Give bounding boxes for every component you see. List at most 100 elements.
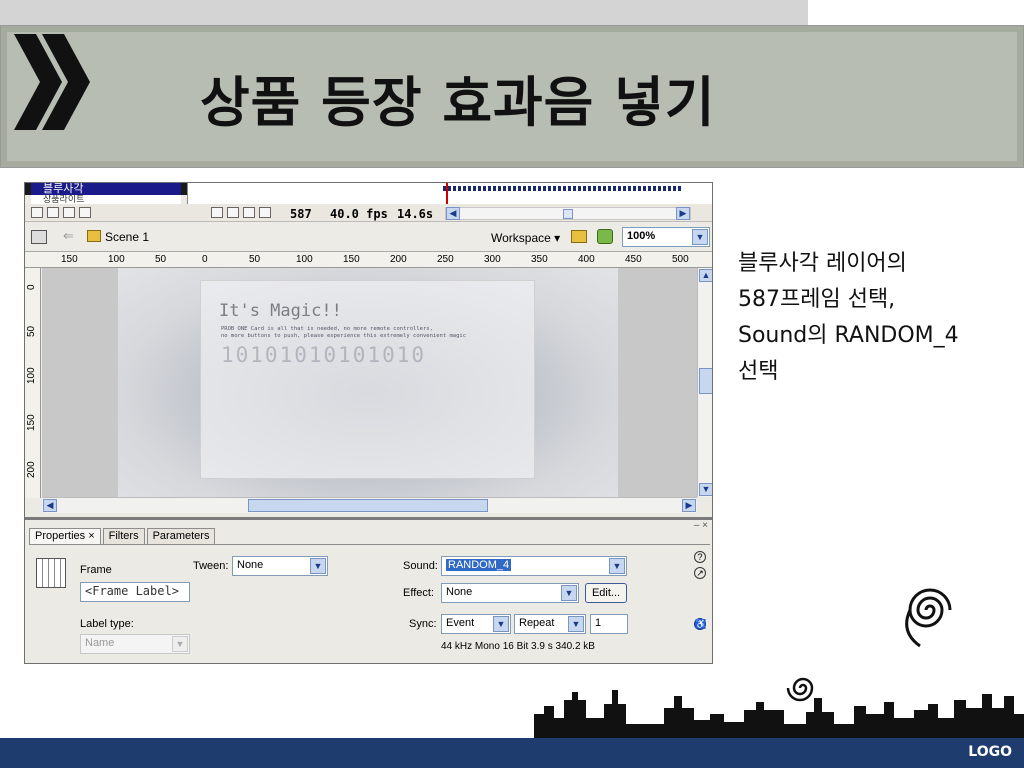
sound-label: Sound:	[403, 560, 438, 572]
edit-bar: ⇐ Scene 1 Workspace ▾ 100% ▼	[25, 222, 712, 252]
ruler-tick-label: 0	[202, 254, 208, 265]
scroll-left-icon[interactable]: ◀	[446, 207, 460, 220]
scroll-left-icon[interactable]: ◀	[43, 499, 57, 512]
top-strip	[0, 0, 808, 28]
ruler-tick-label: 0	[26, 284, 37, 290]
label-type-label: Label type:	[80, 618, 134, 630]
panel-close-icon[interactable]: – ×	[694, 520, 708, 531]
layer-blue-square[interactable]: 블루사각	[31, 183, 181, 195]
scroll-down-icon[interactable]: ▼	[699, 483, 712, 496]
edit-button[interactable]: Edit...	[585, 583, 627, 603]
chevron-down-icon[interactable]: ▼	[692, 229, 708, 245]
chevron-down-icon[interactable]: ▼	[310, 558, 326, 574]
vertical-scroll-thumb[interactable]	[699, 368, 712, 394]
scene-label[interactable]: Scene 1	[105, 230, 149, 244]
ruler-tick-label: 50	[26, 325, 37, 337]
chevron-down-icon[interactable]: ▼	[493, 616, 509, 632]
ruler-vertical: 0 50 100 150 200	[25, 268, 41, 498]
repeat-select[interactable]: Repeat ▼	[514, 614, 586, 634]
chevron-down-icon[interactable]: ▼	[172, 636, 188, 652]
stage-area[interactable]: It's Magic!! PROB ONE Card is all that i…	[42, 268, 697, 497]
frame-label-input[interactable]: <Frame Label>	[80, 582, 190, 602]
onion-outline-icon[interactable]	[243, 207, 255, 218]
back-arrow-icon[interactable]: ⇐	[63, 228, 74, 244]
workspace-menu[interactable]: Workspace ▾	[491, 231, 560, 245]
current-frame: 587	[290, 207, 312, 221]
chevron-down-icon[interactable]: ▼	[561, 585, 577, 601]
effect-select[interactable]: None ▼	[441, 583, 579, 603]
timeline-toggle-icon[interactable]	[31, 230, 47, 244]
expand-icon[interactable]: ↗	[694, 567, 706, 579]
chevron-down-icon[interactable]: ▼	[568, 616, 584, 632]
tab-parameters[interactable]: Parameters	[146, 528, 216, 544]
playhead[interactable]	[446, 183, 448, 204]
frame-type-label: Frame	[80, 564, 112, 576]
ruler-tick-label: 350	[531, 254, 548, 265]
effect-label: Effect:	[403, 587, 434, 599]
help-icon[interactable]: ?	[694, 551, 706, 563]
ruler-tick-label: 250	[437, 254, 454, 265]
ruler-tick-label: 200	[26, 461, 37, 478]
footer-bar: LOGO	[0, 738, 1024, 768]
ruler-tick-label: 100	[26, 367, 37, 384]
sync-label: Sync:	[409, 618, 437, 630]
tab-parameters-label: Parameters	[152, 530, 210, 542]
insert-layer-icon[interactable]	[31, 207, 43, 218]
slide-title: 상품 등장 효과음 넣기	[200, 70, 716, 134]
horizontal-scroll-thumb[interactable]	[248, 499, 488, 512]
edit-multiple-icon[interactable]	[259, 207, 271, 218]
sound-value: RANDOM_4	[446, 559, 512, 571]
motion-guide-icon[interactable]	[47, 207, 59, 218]
slide: 상품 등장 효과음 넣기 블루사각 상품라이트 587 40.0 fps 14.…	[0, 0, 1024, 768]
layer-product-light[interactable]: 상품라이트	[31, 195, 181, 204]
ruler-tick-label: 200	[390, 254, 407, 265]
label-type-select[interactable]: Name ▼	[80, 634, 190, 654]
trash-icon[interactable]	[79, 207, 91, 218]
accessibility-icon[interactable]: ♿	[694, 618, 706, 630]
timeline-scrollbar[interactable]: ◀ ▶	[445, 207, 691, 220]
layer-name-next: 상품라이트	[43, 195, 85, 204]
close-icon[interactable]: ×	[88, 530, 94, 542]
description-line-3: Sound의 RANDOM_4	[738, 323, 959, 348]
zoom-select[interactable]: 100% ▼	[622, 227, 710, 247]
tab-filters[interactable]: Filters	[102, 528, 145, 544]
scroll-right-icon[interactable]: ▶	[682, 499, 696, 512]
folder-icon[interactable]	[63, 207, 75, 218]
tab-properties[interactable]: Properties ×	[29, 528, 101, 544]
tween-label: Tween:	[193, 560, 229, 572]
stage-horizontal-scrollbar[interactable]: ◀ ▶	[42, 497, 697, 513]
description-line-1: 블루사각 레이어의	[738, 251, 907, 276]
sync-select[interactable]: Event ▼	[441, 614, 511, 634]
ruler-tick-label: 150	[61, 254, 78, 265]
ruler-tick-label: 400	[578, 254, 595, 265]
center-frame-icon[interactable]	[211, 207, 223, 218]
ruler-tick-label: 150	[343, 254, 360, 265]
ruler-tick-label: 450	[625, 254, 642, 265]
tween-select[interactable]: None ▼	[232, 556, 328, 576]
label-type-value: Name	[85, 637, 115, 649]
stage-card[interactable]: It's Magic!! PROB ONE Card is all that i…	[200, 280, 535, 479]
properties-body: Frame <Frame Label> Label type: Name ▼ T…	[29, 544, 710, 663]
double-chevron-icon	[14, 34, 90, 130]
zoom-value: 100%	[627, 230, 656, 242]
onion-skin-icon[interactable]	[227, 207, 239, 218]
edit-symbols-icon[interactable]	[597, 229, 613, 244]
sync-value: Event	[446, 617, 475, 629]
frame-rate: 40.0 fps	[330, 207, 388, 221]
sound-select[interactable]: RANDOM_4 ▼	[441, 556, 627, 576]
repeat-count-input[interactable]: 1	[590, 614, 628, 634]
clapper-icon	[87, 230, 101, 242]
stage-vertical-scrollbar[interactable]: ▲ ▼	[697, 268, 712, 497]
tween-value: None	[237, 559, 264, 571]
edit-scene-icon[interactable]	[571, 230, 587, 243]
panel-tabs: Properties × Filters Parameters	[29, 528, 217, 544]
timeline-scroll-thumb[interactable]	[563, 209, 573, 219]
timeline-frames[interactable]	[187, 183, 712, 204]
effect-value: None	[446, 586, 473, 598]
scroll-up-icon[interactable]: ▲	[699, 269, 712, 282]
ruler-tick-label: 50	[155, 254, 167, 265]
scroll-right-icon[interactable]: ▶	[676, 207, 690, 220]
footer-logo: LOGO	[968, 744, 1012, 760]
repeat-value: Repeat	[519, 617, 555, 629]
chevron-down-icon[interactable]: ▼	[609, 558, 625, 574]
